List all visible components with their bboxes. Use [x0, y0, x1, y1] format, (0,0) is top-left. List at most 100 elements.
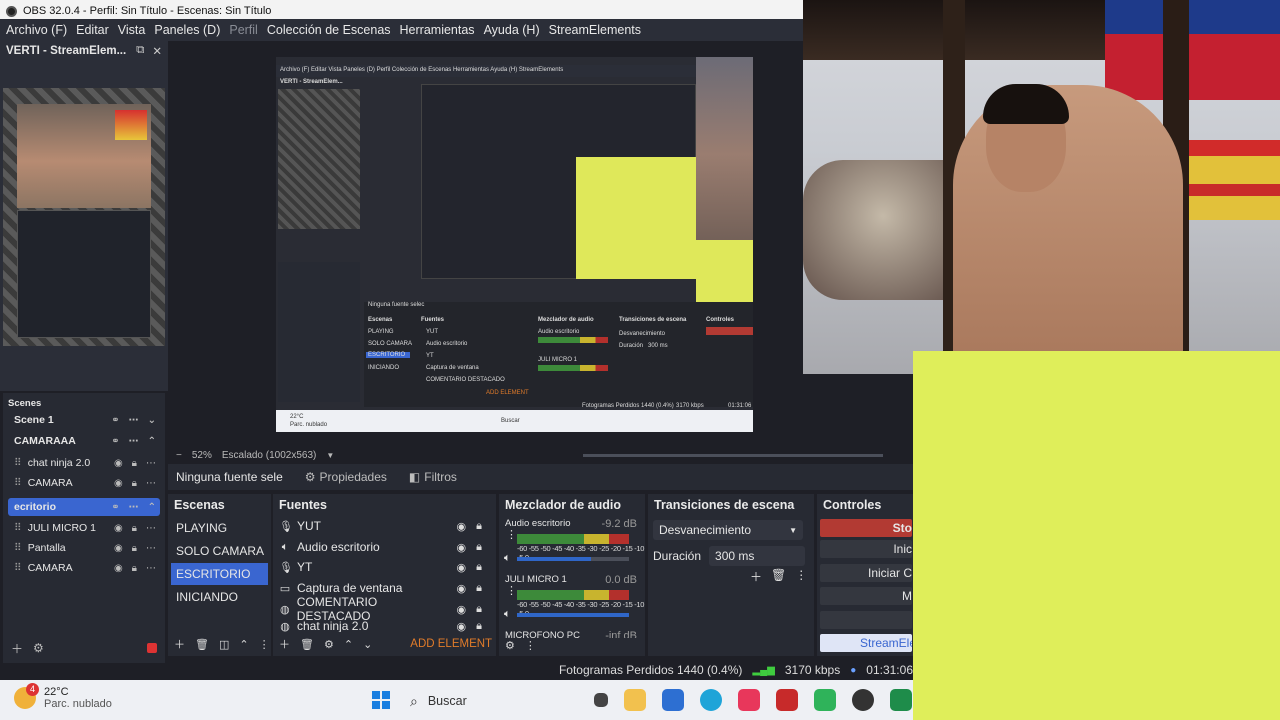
excel-icon[interactable]: [890, 689, 912, 711]
eye-icon[interactable]: ◉: [114, 563, 123, 574]
scene-tree-row[interactable]: ⠿ CAMARA ◉ 🔒︎ ⋯: [8, 474, 160, 492]
source-item[interactable]: ◍ COMENTARIO DESTACADO ◉ 🔒︎: [276, 595, 488, 623]
menu-coleccion[interactable]: Colección de Escenas: [267, 23, 391, 37]
speaker-icon[interactable]: 🔈︎: [504, 552, 511, 565]
settings-button[interactable]: [820, 611, 912, 629]
link-icon[interactable]: ⚭: [111, 502, 119, 513]
source-item[interactable]: 🎙︎ YT ◉ 🔒︎: [276, 557, 488, 577]
more-vertical-icon[interactable]: ⋮: [259, 638, 270, 651]
drag-handle-icon[interactable]: ⠿: [14, 457, 22, 469]
chevron-up-icon[interactable]: ⌃: [148, 502, 156, 513]
menu-archivo[interactable]: Archivo (F): [6, 23, 67, 37]
eye-icon[interactable]: ◉: [114, 458, 123, 469]
menu-perfil[interactable]: Perfil: [229, 23, 257, 37]
store-icon[interactable]: [662, 689, 684, 711]
source-item[interactable]: ◍ chat ninja 2.0 ◉ 🔒︎: [276, 620, 488, 632]
obs-taskbar-icon[interactable]: [852, 689, 874, 711]
more-vertical-icon[interactable]: ⋮: [506, 584, 517, 597]
scene-tree-row[interactable]: Scene 1 ⚭ ⋯ ⌄: [8, 411, 160, 429]
lock-icon[interactable]: 🔒︎: [132, 478, 137, 489]
add-transition-icon[interactable]: ＋: [750, 568, 762, 585]
tiktok-icon[interactable]: [738, 689, 760, 711]
lock-icon[interactable]: 🔒︎: [476, 603, 482, 616]
eye-icon[interactable]: ◉: [114, 478, 123, 489]
more-icon[interactable]: ⋯: [146, 543, 156, 554]
drag-handle-icon[interactable]: ⠿: [14, 477, 22, 489]
eye-icon[interactable]: ◉: [114, 543, 123, 554]
menu-paneles[interactable]: Paneles (D): [154, 23, 220, 37]
scene-tree-row[interactable]: ⠿ CAMARA ◉ 🔒︎ ⋯: [8, 559, 160, 577]
source-item[interactable]: 🔈︎ Audio escritorio ◉ 🔒︎: [276, 537, 488, 557]
eye-icon[interactable]: ◉: [457, 582, 467, 595]
more-icon[interactable]: ⋯: [129, 502, 139, 513]
duration-input[interactable]: 300 ms: [709, 546, 806, 566]
more-icon[interactable]: ⋯: [129, 436, 139, 447]
move-up-icon[interactable]: ⌃: [239, 638, 248, 651]
studio-mode-button[interactable]: M: [820, 587, 912, 605]
more-icon[interactable]: ⋯: [146, 563, 156, 574]
move-down-icon[interactable]: ⌄: [363, 638, 372, 651]
menu-herramientas[interactable]: Herramientas: [400, 23, 475, 37]
delete-transition-icon[interactable]: 🗑︎: [771, 568, 786, 585]
scene-filter-icon[interactable]: ◫: [219, 638, 229, 651]
menu-ayuda[interactable]: Ayuda (H): [484, 23, 540, 37]
scene-tree-row[interactable]: ⠿ Pantalla ◉ 🔒︎ ⋯: [8, 539, 160, 557]
gear-icon[interactable]: ⚙: [33, 641, 44, 655]
scale-dropdown-icon[interactable]: ▼: [326, 451, 334, 460]
stop-streaming-button[interactable]: Sto: [820, 519, 912, 537]
eye-icon[interactable]: ◉: [457, 603, 467, 616]
lock-icon[interactable]: 🔒︎: [132, 458, 137, 469]
scene-tree-row[interactable]: ⠿ JULI MICRO 1 ◉ 🔒︎ ⋯: [8, 519, 160, 537]
taskbar-search[interactable]: ⌕ Buscar: [404, 688, 584, 714]
move-up-icon[interactable]: ⌃: [344, 638, 353, 651]
lock-icon[interactable]: 🔒︎: [132, 523, 137, 534]
more-icon[interactable]: ⋯: [146, 478, 156, 489]
edge-icon[interactable]: [700, 689, 722, 711]
more-vertical-icon[interactable]: ⋮: [525, 639, 536, 652]
lock-icon[interactable]: 🔒︎: [476, 620, 482, 632]
menu-editar[interactable]: Editar: [76, 23, 109, 37]
lock-icon[interactable]: 🔒︎: [476, 561, 482, 574]
lock-icon[interactable]: 🔒︎: [476, 541, 482, 554]
windows-start-icon[interactable]: [372, 691, 390, 709]
app-icon[interactable]: [776, 689, 798, 711]
chevron-up-icon[interactable]: ⌃: [148, 436, 156, 447]
eye-icon[interactable]: ◉: [114, 523, 123, 534]
more-vertical-icon[interactable]: ⋮: [506, 528, 517, 541]
scene-item-escritorio[interactable]: ESCRITORIO: [171, 563, 268, 585]
record-indicator-icon[interactable]: [147, 643, 157, 653]
float-icon[interactable]: ⧉: [136, 44, 144, 58]
add-icon[interactable]: ＋: [11, 640, 23, 657]
more-icon[interactable]: ⋯: [146, 523, 156, 534]
volume-slider[interactable]: [517, 557, 629, 561]
preview-canvas[interactable]: Archivo (F) Editar Vista Paneles (D) Per…: [276, 57, 753, 432]
task-view-icon[interactable]: [594, 693, 608, 707]
speaker-icon[interactable]: 🔈︎: [504, 608, 511, 621]
source-settings-icon[interactable]: ⚙: [324, 638, 334, 651]
eye-icon[interactable]: ◉: [457, 520, 467, 533]
scene-tree-row[interactable]: ⠿ chat ninja 2.0 ◉ 🔒︎ ⋯: [8, 454, 160, 472]
menu-streamelements[interactable]: StreamElements: [549, 23, 641, 37]
file-explorer-icon[interactable]: [624, 689, 646, 711]
filters-button[interactable]: ◧ Filtros: [409, 470, 457, 484]
more-icon[interactable]: ⋯: [146, 458, 156, 469]
delete-scene-icon[interactable]: 🗑︎: [195, 638, 209, 651]
scene-tree-row[interactable]: CAMARAAA ⚭ ⋯ ⌃: [8, 432, 160, 450]
start-virtual-camera-button[interactable]: Iniciar C: [820, 564, 912, 582]
scene-item-solo-camara[interactable]: SOLO CAMARA: [171, 540, 268, 562]
more-vertical-icon[interactable]: ⋮: [795, 568, 807, 585]
scene-item-playing[interactable]: PLAYING: [171, 517, 268, 539]
eye-icon[interactable]: ◉: [457, 561, 467, 574]
drag-handle-icon[interactable]: ⠿: [14, 542, 22, 554]
eye-icon[interactable]: ◉: [457, 541, 467, 554]
drag-handle-icon[interactable]: ⠿: [14, 562, 22, 574]
add-element-button[interactable]: ADD ELEMENT: [410, 638, 492, 650]
start-recording-button[interactable]: Inic: [820, 540, 912, 558]
weather-widget[interactable]: 4 22°C Parc. nublado: [14, 683, 112, 710]
streamelements-button[interactable]: StreamEle: [820, 634, 912, 652]
scene-tree-row-selected[interactable]: ecritorio ⚭ ⋯ ⌃: [8, 498, 160, 516]
app-icon-2[interactable]: [814, 689, 836, 711]
lock-icon[interactable]: 🔒︎: [476, 582, 482, 595]
volume-slider[interactable]: [517, 613, 629, 617]
link-icon[interactable]: ⚭: [111, 415, 119, 426]
